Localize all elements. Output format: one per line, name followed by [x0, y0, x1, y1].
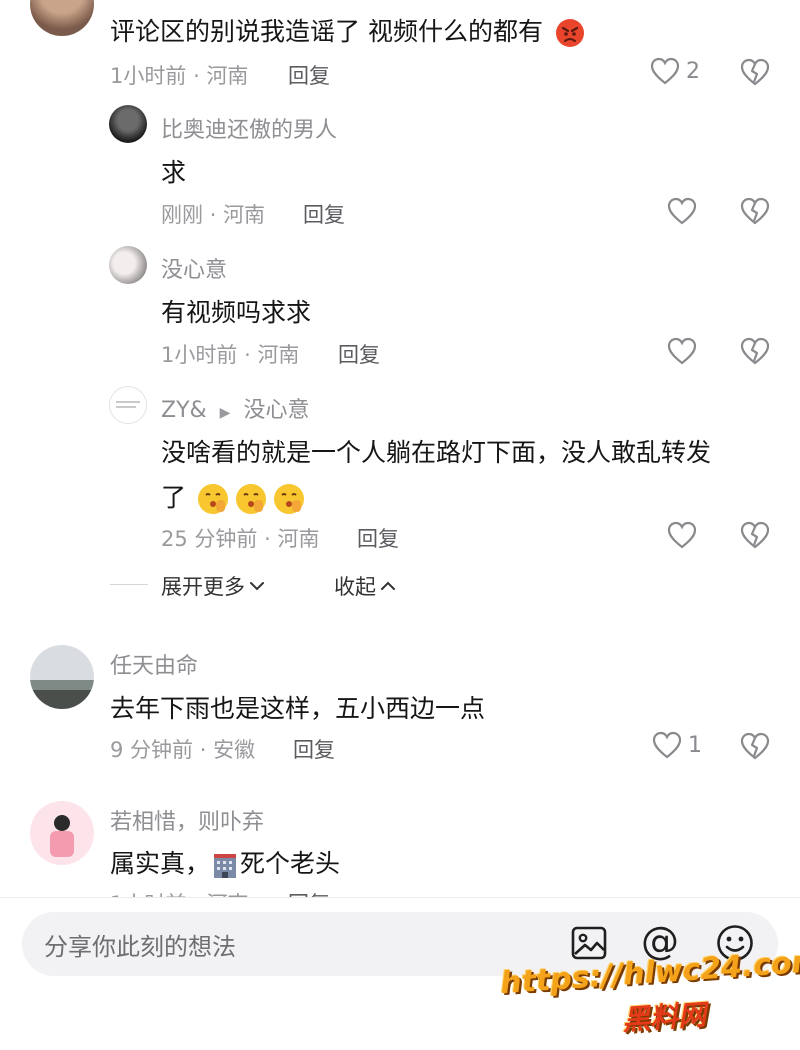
comment-text: 有视频吗求求	[161, 298, 312, 327]
like-count: 2	[686, 58, 700, 84]
heart-icon	[652, 731, 682, 759]
chevron-up-icon	[381, 581, 395, 590]
collapse-label: 收起	[334, 575, 376, 599]
reply-to-name[interactable]: 没心意	[243, 398, 309, 423]
comment-text: 属实真， 死个老头	[110, 849, 341, 878]
author-name[interactable]: ZY& ▶ 没心意	[161, 392, 309, 424]
reply-arrow-icon: ▶	[219, 405, 231, 421]
reply-button[interactable]: 回复	[288, 60, 330, 90]
watermark-site-name: 黑料网	[621, 998, 708, 1037]
author-name[interactable]: 任天由命	[110, 648, 198, 680]
comment-text: 没啥看的就是一个人躺在路灯下面，没人敢乱转发	[161, 438, 712, 467]
chevron-down-icon	[250, 582, 264, 591]
broken-heart-icon[interactable]	[740, 732, 770, 760]
comment-text: 去年下雨也是这样，五小西边一点	[110, 694, 486, 723]
broken-heart-icon[interactable]	[740, 337, 770, 365]
avatar[interactable]	[30, 645, 94, 709]
reply-button[interactable]: 回复	[303, 199, 345, 229]
heart-icon	[650, 57, 680, 85]
like-count: 1	[688, 732, 702, 758]
author-name[interactable]: 若相惜，则卟弃	[110, 804, 264, 836]
expand-more-label: 展开更多	[161, 575, 245, 599]
broken-heart-icon[interactable]	[740, 58, 770, 86]
avatar[interactable]	[109, 386, 147, 424]
avatar[interactable]	[109, 246, 147, 284]
comment-meta: 1小时前 · 河南	[110, 64, 249, 88]
image-icon[interactable]	[571, 926, 607, 960]
comment-meta: 刚刚 · 河南	[161, 203, 266, 227]
broken-heart-icon[interactable]	[740, 521, 770, 549]
avatar[interactable]	[30, 801, 94, 865]
comment-text: 评论区的别说我造谣了 视频什么的都有	[110, 12, 585, 48]
angry-face-icon	[555, 19, 584, 47]
comment-meta: 1小时前 · 河南	[161, 343, 300, 367]
comment-input-placeholder: 分享你此刻的想法	[44, 933, 236, 961]
heart-icon[interactable]	[667, 521, 697, 549]
expand-more-button[interactable]: 展开更多	[161, 571, 265, 601]
author-name[interactable]: 比奥迪还傲的男人	[161, 112, 337, 144]
comment-meta: 9 分钟前 · 安徽	[110, 738, 256, 762]
collapse-button[interactable]: 收起	[334, 571, 396, 601]
broken-heart-icon[interactable]	[740, 197, 770, 225]
comment-text: 求	[161, 158, 187, 187]
reply-button[interactable]: 回复	[338, 339, 380, 369]
comment-text-line2: 了	[161, 478, 306, 516]
heart-icon[interactable]	[667, 337, 697, 365]
reply-button[interactable]: 回复	[357, 523, 399, 553]
like-button[interactable]: 1	[652, 731, 702, 759]
reply-button[interactable]: 回复	[293, 734, 335, 764]
like-button[interactable]: 2	[650, 57, 700, 85]
avatar[interactable]	[109, 105, 147, 143]
heart-icon[interactable]	[667, 197, 697, 225]
avatar[interactable]	[30, 0, 94, 36]
building-icon	[214, 854, 237, 878]
comment-meta: 25 分钟前 · 河南	[161, 527, 320, 551]
shushing-face-icons	[196, 482, 306, 516]
author-name[interactable]: 没心意	[161, 252, 227, 284]
thread-divider	[110, 584, 148, 585]
